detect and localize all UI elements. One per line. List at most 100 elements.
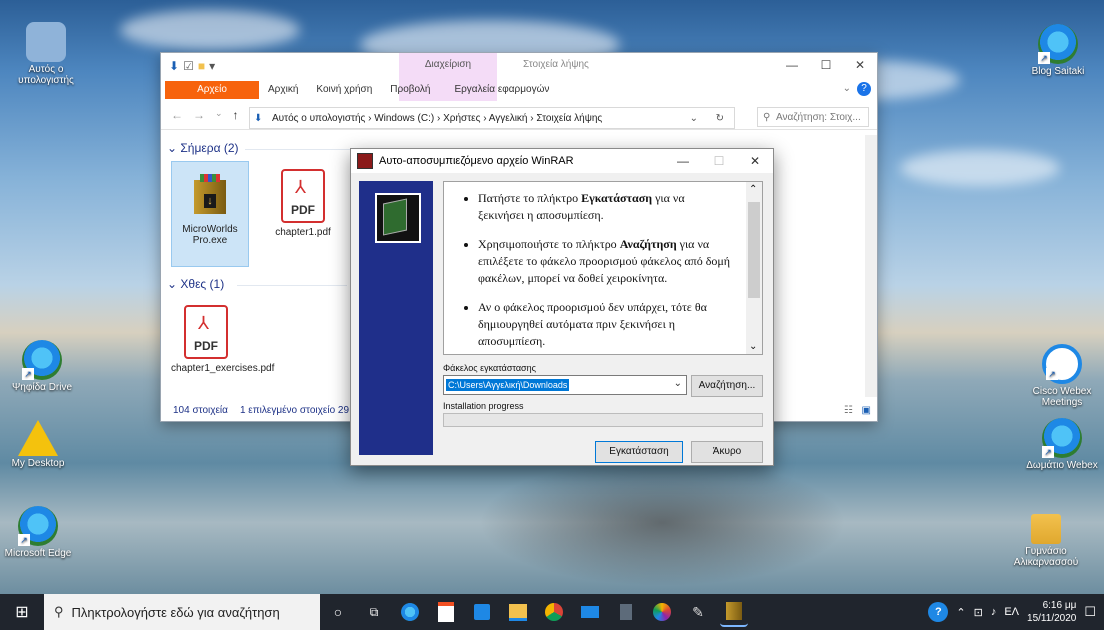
cancel-button[interactable]: Άκυρο bbox=[691, 441, 763, 463]
file-item[interactable]: ⅄ PDF chapter1.pdf bbox=[265, 163, 341, 238]
desktop-icon-label: Cisco Webex Meetings bbox=[1032, 386, 1092, 408]
cloud bbox=[900, 150, 1060, 186]
forward-arrow-icon[interactable]: → bbox=[193, 108, 205, 122]
destination-label: Φάκελος εγκατάστασης bbox=[443, 363, 536, 373]
scroll-thumb[interactable] bbox=[748, 202, 760, 298]
help-icon[interactable]: ? bbox=[857, 82, 871, 96]
volume-icon[interactable]: ♪ bbox=[991, 606, 997, 618]
search-input[interactable]: ⚲ Αναζήτηση: Στοιχ... bbox=[757, 107, 869, 127]
scroll-down-icon[interactable]: ⌄ bbox=[749, 341, 757, 352]
downloads-icon: ⬇ bbox=[254, 112, 263, 124]
chevron-down-icon[interactable]: ⌄ bbox=[674, 378, 682, 389]
language-indicator[interactable]: ΕΛ bbox=[1004, 606, 1019, 618]
notifications-icon[interactable]: ☐ bbox=[1084, 604, 1096, 620]
down-arrow-icon[interactable]: ⬇ bbox=[169, 59, 179, 73]
store-icon[interactable] bbox=[432, 598, 460, 626]
install-button[interactable]: Εγκατάσταση bbox=[595, 441, 683, 463]
vertical-scrollbar[interactable] bbox=[865, 135, 877, 397]
customize-qat-icon[interactable]: ▾ bbox=[209, 59, 215, 73]
acrobat-icon: ⅄ bbox=[198, 313, 209, 333]
desktop-icon-my-desktop[interactable]: My Desktop bbox=[0, 420, 78, 469]
file-item[interactable]: ↓ MicroWorlds Pro.exe bbox=[171, 161, 249, 267]
desktop-icon-webex-room[interactable]: ↗ Δωμάτιο Webex bbox=[1022, 418, 1102, 471]
task-view-icon[interactable]: ⧉ bbox=[360, 598, 388, 626]
close-icon[interactable]: ✕ bbox=[737, 149, 773, 173]
breadcrumb[interactable]: Αυτός ο υπολογιστής › Windows (C:) › Χρή… bbox=[272, 113, 602, 124]
scroll-up-icon[interactable]: ⌃ bbox=[749, 184, 757, 195]
tab-view[interactable]: Προβολή bbox=[381, 81, 439, 99]
mail-icon[interactable] bbox=[576, 598, 604, 626]
start-button[interactable]: ⊞ bbox=[0, 594, 44, 630]
group-header-yesterday[interactable]: ⌄ Χθες (1) bbox=[167, 277, 224, 291]
instruction-item: Αν ο φάκελος προορισμού δεν υπάρχει, τότ… bbox=[478, 299, 732, 350]
destination-folder-combo[interactable]: C:\Users\Αγγελική\Downloads ⌄ bbox=[443, 375, 687, 395]
tab-app-tools[interactable]: Εργαλεία εφαρμογών bbox=[445, 81, 558, 99]
up-arrow-icon[interactable]: ↑ bbox=[233, 108, 239, 122]
window-title: Στοιχεία λήψης bbox=[523, 59, 589, 70]
taskbar-search[interactable]: ⚲ Πληκτρολογήστε εδώ για αναζήτηση bbox=[44, 594, 320, 630]
file-name: chapter1.pdf bbox=[275, 227, 331, 238]
pdf-label: PDF bbox=[291, 203, 315, 217]
group-header-label: Χθες (1) bbox=[180, 277, 225, 291]
tab-file[interactable]: Αρχείο bbox=[165, 81, 259, 99]
tab-share[interactable]: Κοινή χρήση bbox=[307, 81, 381, 99]
desktop-icon-school-folder[interactable]: Γυμνάσιο Αλικαρνασσού bbox=[1006, 514, 1086, 568]
file-explorer-icon[interactable] bbox=[504, 598, 532, 626]
edge-icon: ↗ bbox=[1038, 24, 1078, 64]
clock-time: 6:16 μμ bbox=[1042, 600, 1077, 611]
chrome-icon[interactable] bbox=[540, 598, 568, 626]
properties-icon[interactable]: ☑ bbox=[183, 59, 194, 73]
destination-value[interactable]: C:\Users\Αγγελική\Downloads bbox=[446, 379, 570, 391]
instructions-scrollbar[interactable]: ⌃ ⌄ bbox=[746, 182, 762, 354]
item-count: 104 στοιχεία bbox=[173, 404, 228, 416]
window-controls: — ☐ ✕ bbox=[665, 149, 773, 173]
minimize-icon[interactable]: — bbox=[775, 53, 809, 77]
instruction-item: Πατήστε το πλήκτρο Εγκατάσταση για να ξε… bbox=[478, 190, 732, 224]
winrar-taskbar-icon[interactable] bbox=[720, 597, 748, 627]
folder-icon[interactable]: ■ bbox=[198, 59, 205, 73]
network-icon[interactable]: ⊡ bbox=[974, 606, 983, 619]
close-icon[interactable]: ✕ bbox=[843, 53, 877, 77]
chevron-down-icon[interactable]: ⌄ bbox=[843, 83, 851, 94]
calculator-icon[interactable] bbox=[612, 598, 640, 626]
desktop-icon-label: Ψηφίδα Drive bbox=[11, 382, 73, 393]
acrobat-icon: ⅄ bbox=[295, 177, 306, 197]
back-arrow-icon[interactable]: ← bbox=[171, 108, 183, 122]
shortcut-arrow-icon: ↗ bbox=[1046, 368, 1058, 380]
file-item[interactable]: ⅄ PDF chapter1_exercises.pdf bbox=[171, 299, 275, 374]
chevron-down-icon[interactable]: ⌄ bbox=[215, 108, 223, 122]
instructions-box: Πατήστε το πλήκτρο Εγκατάσταση για να ξε… bbox=[443, 181, 763, 355]
desktop-icon-webex-meetings[interactable]: ↗ Cisco Webex Meetings bbox=[1022, 344, 1102, 408]
maximize-icon[interactable]: ☐ bbox=[809, 53, 843, 77]
computer-icon bbox=[26, 22, 66, 62]
divider bbox=[245, 149, 355, 150]
windows-logo-icon: ⊞ bbox=[15, 604, 29, 621]
desktop-icon-drive[interactable]: ↗ Ψηφίδα Drive bbox=[2, 340, 82, 393]
cortana-icon[interactable]: ○ bbox=[324, 598, 352, 626]
large-icons-view-icon[interactable]: ▣ bbox=[862, 405, 871, 416]
paint-icon[interactable] bbox=[648, 598, 676, 626]
desktop-icon-this-pc[interactable]: Αυτός ο υπολογιστής bbox=[6, 22, 86, 86]
shortcut-arrow-icon: ↗ bbox=[18, 534, 30, 546]
desktop-icon-label: Δωμάτιο Webex bbox=[1026, 460, 1098, 471]
clock[interactable]: 6:16 μμ 15/11/2020 bbox=[1027, 599, 1076, 625]
group-header-today[interactable]: ⌄ Σήμερα (2) bbox=[167, 141, 239, 155]
desktop-icon-edge[interactable]: ↗ Microsoft Edge bbox=[0, 506, 78, 559]
edge-icon[interactable] bbox=[396, 598, 424, 626]
details-view-icon[interactable]: ☷ bbox=[844, 405, 853, 416]
chevron-up-icon[interactable]: ⌃ bbox=[956, 606, 965, 619]
minimize-icon[interactable]: — bbox=[665, 149, 701, 173]
winrar-icon bbox=[357, 153, 373, 169]
paint-brush-icon[interactable]: ✎ bbox=[684, 598, 712, 626]
winrar-archive-icon: ↓ bbox=[188, 170, 232, 220]
edge-icon: ↗ bbox=[18, 506, 58, 546]
security-icon[interactable] bbox=[468, 598, 496, 626]
refresh-icon[interactable]: ↻ bbox=[716, 113, 724, 124]
file-name: chapter1_exercises.pdf bbox=[171, 363, 275, 374]
address-bar[interactable]: ⬇ Αυτός ο υπολογιστής › Windows (C:) › Χ… bbox=[249, 107, 735, 129]
chevron-down-icon[interactable]: ⌄ bbox=[690, 113, 698, 124]
help-icon[interactable]: ? bbox=[928, 602, 949, 622]
tab-home[interactable]: Αρχική bbox=[259, 81, 307, 99]
desktop-icon-blog[interactable]: ↗ Blog Saitaki bbox=[1018, 24, 1098, 77]
browse-button[interactable]: Αναζήτηση... bbox=[691, 375, 763, 397]
